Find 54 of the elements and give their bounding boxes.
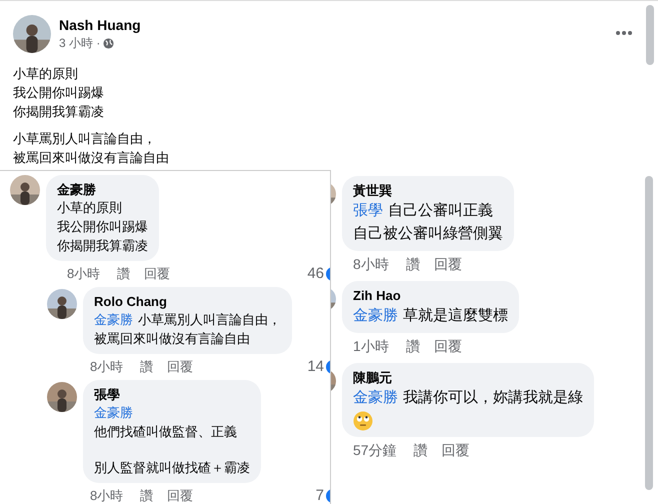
comment-time[interactable]: 8小時 (90, 357, 124, 377)
comment-author[interactable]: Zih Hao (353, 287, 508, 304)
like-link[interactable]: 讚 (140, 486, 154, 504)
post-text: 你揭開我算霸凌 (13, 103, 105, 121)
scrollbar[interactable] (646, 5, 654, 65)
reply-link[interactable]: 回覆 (442, 440, 470, 460)
like-link[interactable]: 讚 (140, 357, 154, 377)
comment-time[interactable]: 57分鐘 (353, 440, 397, 460)
mention-link[interactable]: 金豪勝 (94, 310, 133, 329)
scrollbar[interactable] (645, 176, 653, 490)
mention-link[interactable]: 金豪勝 (353, 386, 398, 409)
reply-link[interactable]: 回覆 (434, 254, 462, 274)
more-icon[interactable] (616, 31, 632, 35)
comment-text: 他們找碴叫做監督、正義 (94, 423, 237, 441)
comment-text: 小草罵別人叫言論自由， (138, 311, 281, 329)
mention-link[interactable]: 張學 (353, 199, 383, 222)
post-text: 被罵回來叫做沒有言論自由 (13, 149, 170, 167)
like-link[interactable]: 讚 (117, 264, 130, 284)
comment-author[interactable]: 陳鵬元 (353, 369, 583, 386)
comment-time[interactable]: 1小時 (353, 336, 389, 356)
comment-text: 我講你可以，妳講我就是綠 (403, 388, 583, 408)
reply-link[interactable]: 回覆 (167, 357, 194, 377)
reaction-count[interactable]: 14 (307, 356, 324, 378)
like-link[interactable]: 讚 (414, 440, 428, 460)
comment-text: 別人監督就叫做找碴＋霸凌 (94, 459, 250, 477)
reply-link[interactable]: 回覆 (144, 264, 170, 284)
post-text: 小草的原則 (13, 65, 79, 83)
comment-time[interactable]: 8小時 (353, 254, 389, 274)
comment-text: 自己被公審叫綠營側翼 (353, 224, 503, 244)
comment-time[interactable]: 8小時 (67, 264, 100, 284)
post-author[interactable]: Nash Huang (59, 16, 141, 34)
comment-author[interactable]: 黃世巽 (353, 182, 503, 199)
comment-time[interactable]: 8小時 (90, 486, 124, 504)
reaction-count[interactable]: 46 (307, 262, 324, 286)
reply-link[interactable]: 回覆 (434, 336, 462, 356)
like-link[interactable]: 讚 (406, 336, 420, 356)
comment-text: 你揭開我算霸凌 (57, 237, 148, 255)
globe-icon (103, 38, 114, 48)
comment-text: 我公開你叫踢爆 (57, 218, 148, 236)
comment-author[interactable]: Rolo Chang (94, 293, 281, 310)
comment-text: 小草的原則 (57, 199, 122, 217)
comment-text: 自己公審叫正義 (388, 201, 493, 221)
post-text: 我公開你叫踢爆 (13, 84, 105, 102)
reaction-count[interactable]: 7 (316, 484, 324, 504)
mention-link[interactable]: 金豪勝 (94, 403, 133, 422)
comment-text: 被罵回來叫做沒有言論自由 (94, 330, 250, 348)
post-text: 小草罵別人叫言論自由， (13, 130, 157, 148)
like-link[interactable]: 讚 (406, 254, 420, 274)
comment-author[interactable]: 張學 (94, 386, 250, 403)
mention-link[interactable]: 金豪勝 (353, 304, 398, 327)
reply-link[interactable]: 回覆 (167, 486, 194, 504)
comment-author[interactable]: 金豪勝 (57, 181, 148, 198)
post-time[interactable]: 3 小時 · (59, 34, 100, 52)
comment-text: 草就是這麼雙標 (403, 306, 508, 326)
